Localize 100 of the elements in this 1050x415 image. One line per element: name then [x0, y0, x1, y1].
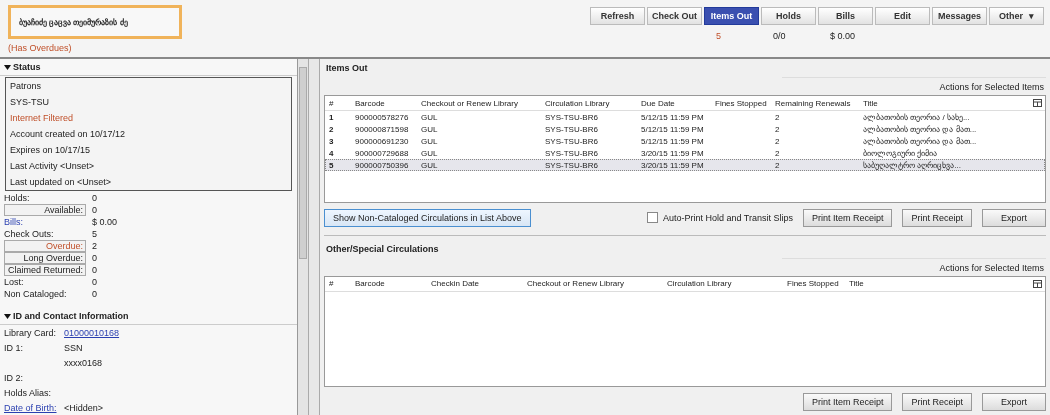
stat-label: Check Outs: — [4, 229, 55, 239]
checkbox[interactable] — [646, 212, 658, 224]
column-header[interactable]: Fines Stopped — [787, 279, 849, 288]
table-cell-text: 2 — [775, 148, 781, 158]
table-cell-text: 900000691230 — [355, 136, 410, 146]
status-text: Expires on 10/17/15 — [10, 145, 91, 155]
column-header[interactable]: Fines Stopped — [715, 98, 775, 108]
column-header[interactable]: Due Date — [641, 98, 715, 108]
table-row[interactable]: 3 900000691230 GUL SYS-TSU-BR6 5/12/15 11:59 PM 2 ალბათობის თეორია და მათ... — [325, 135, 1045, 147]
column-header[interactable]: Circulation Library — [545, 98, 641, 108]
action-button[interactable]: Print Receipt — [902, 208, 972, 227]
column-picker-icon[interactable] — [1033, 279, 1042, 288]
toolbar-tab[interactable]: Bills — [818, 7, 873, 25]
column-header[interactable]: Barcode — [355, 279, 431, 288]
status-text: Last updated on <Unset> — [10, 177, 112, 187]
table-cell-text: 2 — [775, 112, 781, 122]
table-cell-text: 3/20/15 11:59 PM — [641, 160, 705, 170]
stat-value: 0 — [91, 289, 97, 299]
status-text: SYS-TSU — [10, 97, 49, 107]
status-text: Account created on 10/17/12 — [10, 129, 126, 139]
stat-value: 0 — [91, 205, 97, 215]
table-cell-text: 3 — [329, 136, 335, 146]
stat-label: Long Overdue: — [4, 252, 86, 264]
tab-count: 0/0 — [773, 31, 786, 41]
status-text: Internet Filtered — [10, 113, 74, 123]
field-value: SSN — [64, 342, 83, 353]
stat-value: 2 — [91, 241, 97, 251]
toolbar-tab[interactable]: Holds — [761, 7, 816, 25]
stat-label[interactable]: Bills: — [4, 217, 86, 227]
table-row[interactable]: 2 900000871598 GUL SYS-TSU-BR6 5/12/15 11:59 PM 2 ალბათობის თეორია და მათ... — [325, 123, 1045, 135]
field-value[interactable]: 01000010168 — [64, 327, 120, 338]
column-header[interactable]: Title — [863, 98, 1033, 108]
table-cell-text: 5/12/15 11:59 PM — [641, 112, 705, 122]
checkbox-label[interactable]: Auto-Print Hold and Transit Slips — [662, 212, 793, 223]
stat-value: 0 — [91, 253, 97, 263]
stat-value: 0 — [91, 193, 97, 203]
column-header[interactable]: Title — [849, 279, 1033, 288]
actions-menu[interactable]: Actions for Selected Items — [782, 257, 1046, 276]
action-button[interactable]: Export — [982, 208, 1046, 227]
table-cell-text: 5/12/15 11:59 PM — [641, 124, 705, 134]
tab-count: $ 0.00 — [830, 31, 856, 41]
column-header[interactable]: # — [329, 98, 355, 108]
action-button[interactable]: Export — [982, 393, 1046, 411]
field-label[interactable]: Date of Birth: — [4, 402, 57, 413]
field-value: <Hidden> — [64, 402, 104, 413]
action-button[interactable]: Print Receipt — [902, 393, 972, 411]
field-label: ID 1: — [4, 342, 23, 353]
table-cell-text: 4 — [329, 148, 335, 158]
column-header[interactable]: # — [329, 279, 355, 288]
toolbar-tab[interactable]: Other ▾ — [989, 7, 1044, 25]
expanded-triangle-icon[interactable] — [4, 312, 11, 320]
show-non-cataloged-button[interactable]: Show Non-Cataloged Circulations in List Above — [324, 208, 531, 227]
table-cell-text: 900000729688 — [355, 148, 410, 158]
toolbar-tab[interactable]: Refresh — [590, 7, 645, 25]
table-cell-text: 900000871598 — [355, 124, 410, 134]
toolbar-tab[interactable]: Check Out — [647, 7, 702, 25]
panel-title: Other/Special Circulations — [325, 242, 440, 256]
table-row[interactable]: 1 900000578276 GUL SYS-TSU-BR6 5/12/15 11:59 PM 2 ალბათობის თეორია / სახე... — [325, 111, 1045, 123]
panel-title: Items Out — [325, 62, 369, 75]
stat-value: $ 0.00 — [91, 217, 118, 227]
stat-label: Overdue: — [4, 240, 86, 252]
status-text: Patrons — [10, 81, 42, 91]
table-cell-text: 900000578276 — [355, 112, 410, 122]
table-cell-text: SYS-TSU-BR6 — [545, 136, 599, 146]
toolbar-tab[interactable]: Edit — [875, 7, 930, 25]
field-label: Library Card: — [4, 327, 57, 338]
toolbar-tab[interactable]: Messages — [932, 7, 987, 25]
table-cell-text: 5/12/15 11:59 PM — [641, 136, 705, 146]
field-value: xxxx0168 — [64, 357, 103, 368]
stat-value: 0 — [91, 277, 97, 287]
table-cell-text: SYS-TSU-BR6 — [545, 124, 599, 134]
scrollbar[interactable] — [298, 59, 309, 415]
tab-count: 5 — [716, 31, 721, 41]
table-row[interactable]: 5 900000750396 GUL SYS-TSU-BR6 3/20/15 11:59 PM 2 საბუღალტრო აღრიცხვა... — [325, 159, 1045, 171]
table-cell-text: SYS-TSU-BR6 — [545, 112, 599, 122]
field-label: ID 2: — [4, 372, 23, 383]
column-header[interactable]: Checkin Date — [431, 279, 527, 288]
expanded-triangle-icon[interactable] — [4, 63, 11, 71]
table-cell-text: ალბათობის თეორია / სახე... — [863, 112, 971, 122]
table-cell-text: ალბათობის თეორია და მათ... — [863, 124, 978, 134]
table-cell-text: GUL — [421, 148, 439, 158]
column-header[interactable]: Remaining Renewals — [775, 98, 863, 108]
table-cell-text: 2 — [775, 124, 781, 134]
action-button[interactable]: Print Item Receipt — [802, 208, 893, 227]
column-header[interactable]: Barcode — [355, 98, 421, 108]
stat-value: 5 — [91, 229, 97, 239]
table-cell-text: საბუღალტრო აღრიცხვა... — [863, 160, 962, 170]
table-row[interactable]: 4 900000729688 GUL SYS-TSU-BR6 3/20/15 11:59 PM 2 ბიოლოგიური ქიმია — [325, 147, 1045, 159]
section-title: ID and Contact Information — [13, 311, 129, 321]
table-cell-text: 3/20/15 11:59 PM — [641, 148, 705, 158]
table-cell-text: SYS-TSU-BR6 — [545, 148, 599, 158]
column-header[interactable]: Circulation Library — [667, 279, 787, 288]
column-header[interactable]: Checkout or Renew Library — [527, 279, 667, 288]
table-cell-text: GUL — [421, 124, 439, 134]
column-header[interactable]: Checkout or Renew Library — [421, 98, 545, 108]
toolbar-tab[interactable]: Items Out — [704, 7, 759, 25]
section-title: Status — [13, 62, 41, 72]
action-button[interactable]: Print Item Receipt — [802, 393, 893, 411]
column-picker-icon[interactable] — [1033, 99, 1042, 107]
stat-value: 0 — [91, 265, 97, 275]
